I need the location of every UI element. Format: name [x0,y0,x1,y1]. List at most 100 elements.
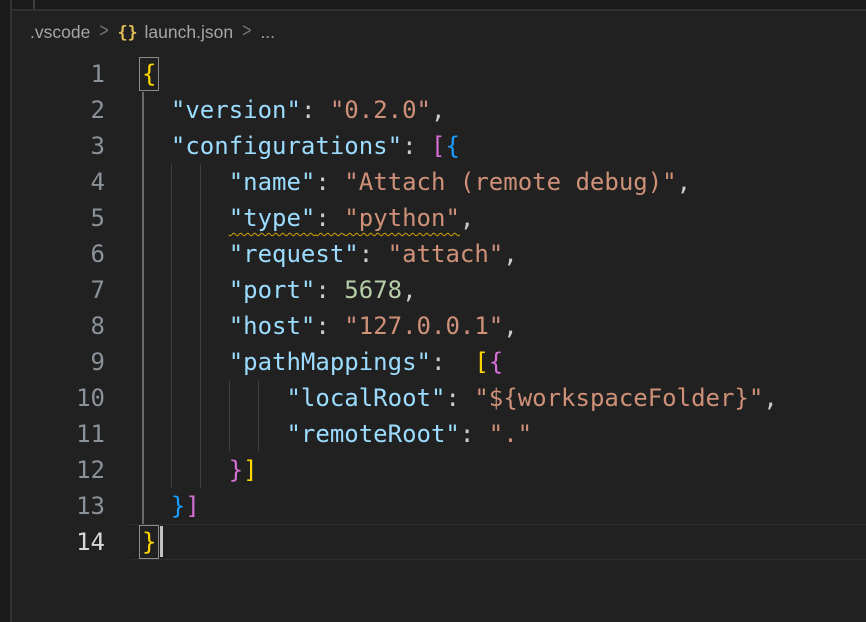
code-line[interactable]: 5 "type": "python", [12,200,866,236]
code-text: "configurations": [{ [142,132,460,160]
code-token: : [359,240,388,268]
code-line[interactable]: 13}] [12,488,866,524]
json-object-icon[interactable]: {} [118,23,138,42]
code-token: : [460,420,489,448]
line-number[interactable]: 1 [12,56,105,92]
code-line-content[interactable]: } [142,524,866,560]
code-line[interactable]: 11 "remoteRoot": "." [12,416,866,452]
code-line-content[interactable]: "localRoot": "${workspaceFolder}", [142,380,866,416]
code-token: : [315,276,344,304]
indent-guide [171,236,173,272]
code-text: "localRoot": "${workspaceFolder}", [142,384,778,412]
code-line[interactable]: 10 "localRoot": "${workspaceFolder}", [12,380,866,416]
code-token: "configurations" [171,132,402,160]
code-line-content[interactable]: "pathMappings": [{ [142,344,866,380]
code-line-content[interactable]: "port": 5678, [142,272,866,308]
line-number[interactable]: 10 [12,380,105,416]
indent-guide [200,416,202,452]
indent-guide [142,380,144,416]
code-line-content[interactable]: "type": "python", [142,200,866,236]
code-line-content[interactable]: { [142,56,866,92]
code-text: "request": "attach", [142,240,518,268]
indent-guide [142,164,144,200]
breadcrumb-folder[interactable]: .vscode [30,22,90,43]
line-number[interactable]: 6 [12,236,105,272]
code-token: "0.2.0" [330,96,431,124]
breadcrumb-symbol-ellipsis[interactable]: ... [260,22,275,43]
code-token: "attach" [388,240,504,268]
code-line[interactable]: 2 "version": "0.2.0", [12,92,866,128]
code-text: }] [142,492,200,520]
code-line-content[interactable]: "request": "attach", [142,236,866,272]
line-number[interactable]: 12 [12,452,105,488]
indent-guide [200,452,202,488]
code-line[interactable]: 14} [12,524,866,560]
line-number[interactable]: 7 [12,272,105,308]
indent-guide [200,236,202,272]
indent-guide [171,452,173,488]
code-token: , [503,240,517,268]
code-line[interactable]: 1{ [12,56,866,92]
text-cursor [160,526,163,557]
code-line[interactable]: 7 "port": 5678, [12,272,866,308]
breadcrumb-file[interactable]: launch.json [145,22,234,43]
line-number[interactable]: 4 [12,164,105,200]
line-number[interactable]: 3 [12,128,105,164]
code-line-content[interactable]: "name": "Attach (remote debug)", [142,164,866,200]
indent-guide [171,200,173,236]
code-token: : [315,312,344,340]
code-token: { [445,132,459,160]
code-token: "${workspaceFolder}" [474,384,763,412]
code-token: "python" [344,204,460,232]
code-text: "type": "python", [142,204,474,232]
indent-guide [142,308,144,344]
line-number[interactable]: 11 [12,416,105,452]
line-number[interactable]: 8 [12,308,105,344]
line-number[interactable]: 9 [12,344,105,380]
code-line-content[interactable]: "version": "0.2.0", [142,92,866,128]
indent-guide [200,164,202,200]
tab-bar-edge [0,0,866,11]
code-token: "pathMappings" [229,348,431,376]
code-line[interactable]: 9 "pathMappings": [{ [12,344,866,380]
code-line-content[interactable]: "host": "127.0.0.1", [142,308,866,344]
tab-separator [33,0,35,9]
code-token: 5678 [344,276,402,304]
line-number[interactable]: 5 [12,200,105,236]
code-token: ] [185,492,199,520]
code-line[interactable]: 8 "host": "127.0.0.1", [12,308,866,344]
matched-bracket: { [142,60,156,88]
code-line-content[interactable]: "configurations": [{ [142,128,866,164]
code-token: ] [243,456,257,484]
code-token: : [431,348,474,376]
code-token: "127.0.0.1" [344,312,503,340]
code-editor[interactable]: 1{2"version": "0.2.0",3"configurations":… [12,56,866,560]
editor-group-left-border [0,0,12,622]
code-token: , [503,312,517,340]
code-line[interactable]: 3 "configurations": [{ [12,128,866,164]
code-token: : [315,204,344,232]
code-line-content[interactable]: "remoteRoot": "." [142,416,866,452]
code-token: "." [489,420,532,448]
indent-guide [200,272,202,308]
code-text: "version": "0.2.0", [142,96,445,124]
code-text: "host": "127.0.0.1", [142,312,518,340]
code-line[interactable]: 12}] [12,452,866,488]
line-number[interactable]: 14 [12,524,105,560]
code-token: "request" [229,240,359,268]
indent-guide [142,488,144,524]
code-line[interactable]: 6 "request": "attach", [12,236,866,272]
code-token: "type" [229,204,316,232]
code-token: "host" [229,312,316,340]
code-line-content[interactable]: }] [142,452,866,488]
code-line[interactable]: 4 "name": "Attach (remote debug)", [12,164,866,200]
code-token: "Attach (remote debug)" [344,168,676,196]
code-text: "pathMappings": [{ [142,348,503,376]
indent-guide [142,92,144,128]
code-token: , [431,96,445,124]
code-token: : [445,384,474,412]
code-line-content[interactable]: }] [142,488,866,524]
line-number[interactable]: 2 [12,92,105,128]
code-token: , [677,168,691,196]
line-number[interactable]: 13 [12,488,105,524]
